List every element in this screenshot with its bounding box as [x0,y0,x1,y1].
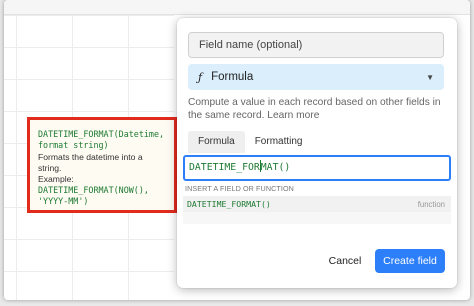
create-field-button[interactable]: Create field [375,249,445,273]
chevron-down-icon: ▼ [426,72,434,82]
learn-more-link[interactable]: Learn more [267,110,319,121]
suggestion-function-name: DATETIME_FORMAT() [187,199,271,209]
tab-formula[interactable]: Formula [188,131,245,153]
suggestion-kind: function [417,199,445,209]
function-icon: ƒ [198,70,203,84]
field-type-label: Formula [211,71,254,83]
formula-text-after-cursor: MAT() [260,162,291,173]
cancel-button[interactable]: Cancel [323,250,367,272]
insert-section-header: INSERT A FIELD OR FUNCTION [185,184,294,193]
app-frame: DATETIME_FORMAT(Datetime, format string)… [4,0,470,300]
tab-formatting[interactable]: Formatting [245,131,313,153]
suggestion-item[interactable]: DATETIME_FORMAT() function [183,196,451,212]
suggestion-list-remainder [183,212,451,224]
tooltip-example-line2: 'YYYY-MM') [38,196,89,206]
tooltip-signature-line1: DATETIME_FORMAT(Datetime, [38,129,165,139]
formula-text-before-cursor: DATETIME_FOR [189,162,260,173]
grid-header-row [4,0,470,15]
editor-tabs: Formula Formatting [188,131,446,153]
tooltip-description: Formats the datetime into a string. [38,152,143,173]
field-help-text: Compute a value in each record based on … [188,96,448,122]
field-type-select[interactable]: ƒ Formula ▼ [188,64,444,90]
formula-editor[interactable]: DATETIME_FORMAT() [183,155,451,181]
tooltip-example-line1: DATETIME_FORMAT(NOW(), [38,185,149,195]
field-name-input[interactable]: Field name (optional) [188,32,444,58]
tooltip-example-label: Example: [38,174,74,184]
tooltip-signature-line2: format string) [38,140,109,150]
field-config-panel: Field name (optional) ƒ Formula ▼ Comput… [177,18,457,288]
function-help-tooltip: DATETIME_FORMAT(Datetime, format string)… [27,117,177,213]
